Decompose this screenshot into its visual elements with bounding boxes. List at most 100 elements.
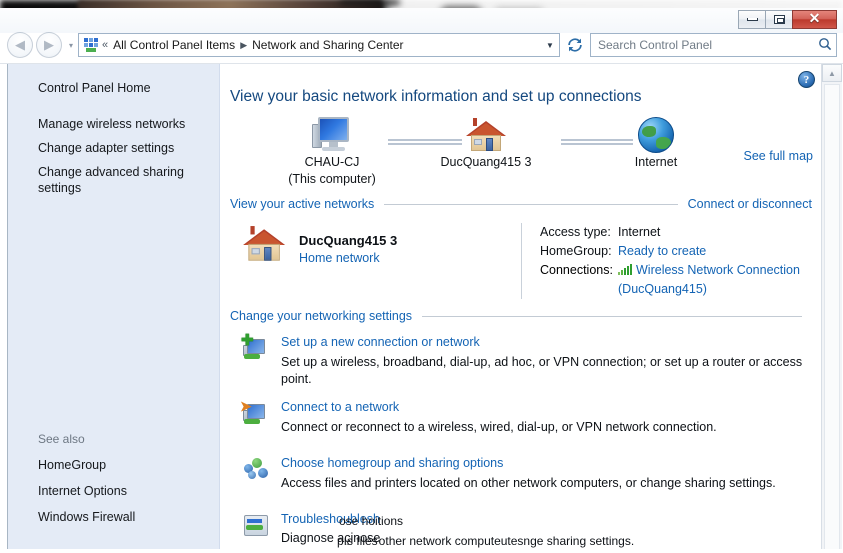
see-full-map-link[interactable]: See full map bbox=[744, 149, 813, 163]
screen-root: ✕ ◀ ▶ ▾ « All Control Panel Items ▶ Netw… bbox=[0, 0, 843, 553]
maximize-button[interactable] bbox=[765, 10, 793, 29]
setting-link[interactable]: Choose homegroup and sharing options bbox=[281, 456, 821, 470]
connection-ssid[interactable]: (DucQuang415) bbox=[618, 280, 800, 299]
computer-icon bbox=[312, 117, 352, 153]
network-map: CHAU-CJ (This computer) DucQuang415 3 In… bbox=[221, 117, 821, 189]
see-also-label: See also bbox=[38, 432, 85, 446]
help-icon[interactable]: ? bbox=[798, 71, 815, 88]
address-dropdown-icon[interactable]: ▼ bbox=[541, 34, 559, 56]
node-sublabel: (This computer) bbox=[288, 172, 376, 186]
setting-link[interactable]: Connect to a network bbox=[281, 400, 821, 414]
breadcrumb-network-and-sharing-center[interactable]: Network and Sharing Center bbox=[252, 38, 403, 52]
chevron-up-icon: ▲ bbox=[828, 68, 836, 78]
active-networks-title: View your active networks bbox=[230, 197, 375, 211]
connect-or-disconnect-link[interactable]: Connect or disconnect bbox=[688, 197, 812, 211]
minimize-button[interactable] bbox=[738, 10, 766, 29]
close-icon: ✕ bbox=[808, 11, 821, 27]
search-box[interactable] bbox=[590, 33, 837, 57]
setting-description: Connect or reconnect to a wireless, wire… bbox=[281, 420, 717, 434]
house-icon bbox=[464, 117, 508, 153]
breadcrumb-overflow-icon[interactable]: « bbox=[102, 39, 108, 51]
wireless-connection-link[interactable]: Wireless Network Connection bbox=[618, 263, 800, 277]
breadcrumb-separator-icon[interactable]: ▶ bbox=[240, 40, 247, 51]
active-network-row: DucQuang415 3 Home network Access type: … bbox=[221, 223, 821, 301]
sidebar-item-change-advanced-sharing-settings[interactable]: Change advanced sharing settings bbox=[8, 160, 219, 200]
homegroup-ready-to-create-link[interactable]: Ready to create bbox=[618, 242, 706, 261]
homegroup-icon bbox=[243, 458, 271, 484]
search-icon bbox=[814, 37, 836, 54]
recent-pages-button[interactable]: ▾ bbox=[65, 32, 77, 58]
detail-connections: Connections: Wireless Network Connection… bbox=[540, 261, 821, 299]
active-network-type-link[interactable]: Home network bbox=[299, 251, 397, 265]
networking-settings-title: Change your networking settings bbox=[230, 309, 413, 323]
window-bottom-edge bbox=[0, 549, 843, 553]
sidebar-item-control-panel-home[interactable]: Control Panel Home bbox=[8, 76, 219, 100]
active-network-name: DucQuang415 3 bbox=[299, 233, 398, 248]
main-pane: ? View your basic network information an… bbox=[221, 64, 821, 552]
explorer-window: ✕ ◀ ▶ ▾ « All Control Panel Items ▶ Netw… bbox=[0, 8, 843, 553]
sidebar-see-also-section: See also HomeGroup Internet Options Wind… bbox=[8, 430, 219, 530]
forward-button[interactable]: ▶ bbox=[36, 32, 62, 58]
setting-choose-homegroup-and-sharing-options[interactable]: Choose homegroup and sharing options Acc… bbox=[221, 456, 821, 500]
torn-overlay-description-fragment: pıs files other network computeutesnge s… bbox=[337, 534, 635, 548]
vertical-scrollbar[interactable]: ▲ bbox=[821, 64, 842, 552]
wifi-signal-icon bbox=[618, 264, 632, 275]
active-networks-header: View your active networks Connect or dis… bbox=[230, 197, 812, 211]
detail-value: Internet bbox=[618, 225, 661, 239]
chevron-down-icon: ▾ bbox=[68, 40, 73, 50]
connections-value-group: Wireless Network Connection (DucQuang415… bbox=[618, 261, 800, 299]
setting-troubleshoot-problems[interactable]: Troubleshoublesh Diagnose açinose ose ho… bbox=[221, 512, 821, 552]
maximize-icon bbox=[773, 15, 785, 24]
sidebar-item-manage-wireless-networks[interactable]: Manage wireless networks bbox=[8, 112, 219, 136]
address-bar[interactable]: « All Control Panel Items ▶ Network and … bbox=[78, 33, 560, 57]
control-panel-icon bbox=[83, 37, 99, 53]
sidebar-item-internet-options[interactable]: Internet Options bbox=[8, 478, 219, 504]
globe-icon bbox=[638, 117, 674, 153]
torn-overlay-link-fragment: ose hoitions bbox=[339, 514, 404, 528]
navigation-bar: ◀ ▶ ▾ « All Control Panel Items ▶ Networ… bbox=[0, 30, 843, 63]
networking-settings-header: Change your networking settings bbox=[230, 309, 812, 323]
search-input[interactable] bbox=[591, 37, 814, 53]
detail-access-type: Access type: Internet bbox=[540, 223, 821, 242]
network-node-network[interactable]: DucQuang415 3 bbox=[426, 117, 546, 170]
back-arrow-icon: ◀ bbox=[15, 37, 25, 52]
active-network-details: Access type: Internet HomeGroup: Ready t… bbox=[521, 223, 821, 299]
detail-key: HomeGroup: bbox=[540, 244, 612, 258]
scrollbar-track[interactable] bbox=[824, 84, 840, 550]
refresh-icon bbox=[568, 38, 582, 52]
detail-key: Connections: bbox=[540, 263, 613, 277]
header-rule bbox=[422, 315, 802, 317]
node-label: DucQuang415 3 bbox=[440, 155, 532, 169]
connection-name: Wireless Network Connection bbox=[636, 263, 800, 277]
troubleshoot-icon bbox=[243, 514, 271, 540]
active-network-text: DucQuang415 3 Home network bbox=[299, 233, 397, 265]
nav-buttons: ◀ ▶ ▾ bbox=[7, 32, 77, 58]
detail-key: Access type: bbox=[540, 225, 611, 239]
house-icon bbox=[241, 225, 287, 263]
setting-description: Access files and printers located on oth… bbox=[281, 476, 776, 490]
header-rule bbox=[384, 203, 678, 205]
node-label: CHAU-CJ bbox=[304, 155, 360, 169]
network-node-this-computer[interactable]: CHAU-CJ (This computer) bbox=[277, 117, 387, 187]
detail-homegroup: HomeGroup: Ready to create bbox=[540, 242, 821, 261]
connect-network-icon: ➤ bbox=[240, 399, 271, 428]
setting-set-up-new-connection[interactable]: ✚ Set up a new connection or network Set… bbox=[221, 333, 821, 388]
back-button[interactable]: ◀ bbox=[7, 32, 33, 58]
close-button[interactable]: ✕ bbox=[792, 10, 837, 29]
setting-description: Set up a wireless, broadband, dial-up, a… bbox=[281, 355, 803, 386]
breadcrumb-all-control-panel-items[interactable]: All Control Panel Items bbox=[113, 38, 235, 52]
active-network-identity: DucQuang415 3 Home network bbox=[241, 225, 397, 265]
sidebar-item-change-adapter-settings[interactable]: Change adapter settings bbox=[8, 136, 219, 160]
forward-arrow-icon: ▶ bbox=[44, 37, 54, 52]
sidebar-item-homegroup[interactable]: HomeGroup bbox=[8, 452, 219, 478]
sidebar: Control Panel Home Manage wireless netwo… bbox=[8, 64, 220, 553]
setting-link[interactable]: Set up a new connection or network bbox=[281, 335, 821, 349]
network-node-internet[interactable]: Internet bbox=[611, 117, 701, 170]
refresh-button[interactable] bbox=[563, 34, 587, 56]
sidebar-item-windows-firewall[interactable]: Windows Firewall bbox=[8, 504, 219, 530]
background-blur-blob bbox=[340, 0, 400, 5]
node-label: Internet bbox=[634, 155, 678, 169]
setting-connect-to-a-network[interactable]: ➤ Connect to a network Connect or reconn… bbox=[221, 399, 821, 444]
scroll-up-button[interactable]: ▲ bbox=[822, 64, 842, 82]
window-controls: ✕ bbox=[738, 10, 837, 29]
